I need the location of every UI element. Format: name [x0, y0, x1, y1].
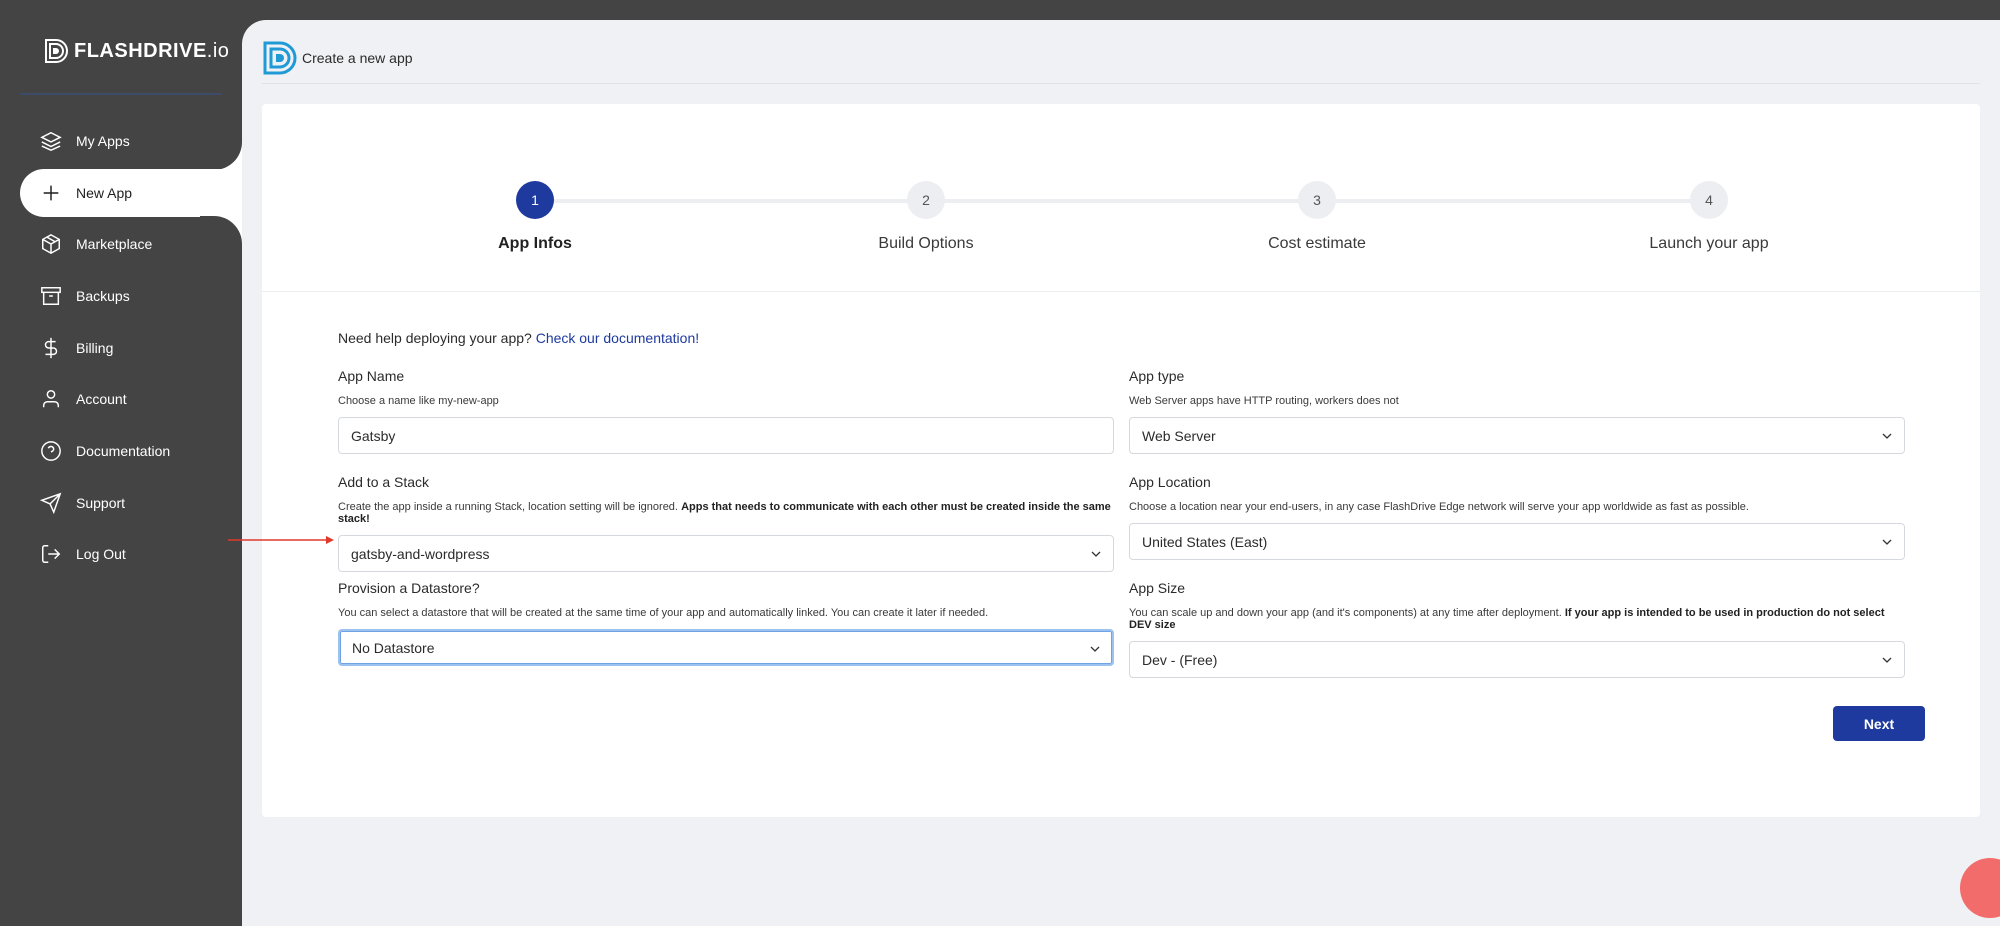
step-launch-your-app[interactable]: 4 Launch your app	[1609, 181, 1809, 253]
field-label: App Name	[338, 368, 405, 384]
step-label: Build Options	[878, 235, 974, 252]
step-number: 3	[1298, 181, 1336, 219]
sidebar-item-label: Log Out	[76, 546, 126, 562]
sidebar-item-label: Account	[76, 391, 127, 407]
main-panel: Create a new app 1 App Infos 2 Build Opt…	[242, 20, 2000, 926]
documentation-link[interactable]: Check our documentation!	[536, 330, 699, 346]
step-app-infos[interactable]: 1 App Infos	[435, 181, 635, 253]
field-label: App Location	[1129, 474, 1211, 490]
create-app-card: 1 App Infos 2 Build Options 3 Cost estim…	[262, 104, 1980, 817]
sidebar-item-support[interactable]: Support	[20, 479, 242, 527]
layers-icon	[40, 130, 62, 152]
field-label: Add to a Stack	[338, 474, 430, 490]
sidebar-item-label: Support	[76, 495, 126, 511]
chevron-down-icon	[1882, 539, 1892, 545]
sidebar-item-new-app[interactable]: New App	[20, 169, 242, 217]
field-label: Provision a Datastore?	[338, 580, 480, 596]
stack-field: Add to a Stack Create the app inside a r…	[338, 474, 1114, 572]
size-field: App Size You can scale up and down your …	[1129, 580, 1905, 678]
field-label: App type	[1129, 368, 1185, 384]
sidebar-divider	[20, 93, 222, 95]
step-number: 4	[1690, 181, 1728, 219]
page-title: Create a new app	[302, 49, 413, 66]
sidebar-item-label: My Apps	[76, 133, 130, 149]
step-label: Launch your app	[1649, 235, 1769, 252]
field-hint: You can scale up and down your app (and …	[1129, 607, 1885, 631]
brand-logo[interactable]: FLASHDRIVE.io	[44, 38, 229, 64]
sidebar-item-log-out[interactable]: Log Out	[20, 530, 242, 578]
datastore-select[interactable]: No Datastore	[338, 629, 1114, 666]
step-number: 2	[907, 181, 945, 219]
chevron-down-icon	[1090, 646, 1100, 652]
step-build-options[interactable]: 2 Build Options	[826, 181, 1026, 253]
app-type-field: App type Web Server apps have HTTP routi…	[1129, 368, 1905, 454]
brand-name: FLASHDRIVE.io	[74, 39, 230, 62]
field-hint: Create the app inside a running Stack, l…	[338, 501, 1111, 525]
send-icon	[40, 492, 62, 514]
sidebar: FLASHDRIVE.io My Apps New App Marketplac…	[0, 0, 242, 926]
sidebar-item-label: Billing	[76, 340, 114, 356]
logout-icon	[40, 543, 62, 565]
archive-icon	[40, 285, 62, 307]
package-icon	[40, 233, 62, 255]
stack-select[interactable]: gatsby-and-wordpress	[338, 535, 1114, 572]
stepper: 1 App Infos 2 Build Options 3 Cost estim…	[262, 104, 1980, 292]
dollar-icon	[40, 337, 62, 359]
app-type-select[interactable]: Web Server	[1129, 417, 1905, 454]
chevron-down-icon	[1882, 657, 1892, 663]
chevron-down-icon	[1882, 433, 1892, 439]
annotation-arrow-icon	[228, 536, 334, 544]
field-hint: You can select a datastore that will be …	[338, 607, 989, 619]
chevron-down-icon	[1091, 551, 1101, 557]
field-hint: Web Server apps have HTTP routing, worke…	[1129, 395, 1399, 407]
sidebar-item-billing[interactable]: Billing	[20, 324, 242, 372]
step-label: Cost estimate	[1268, 235, 1366, 252]
step-label: App Infos	[498, 235, 572, 252]
datastore-field: Provision a Datastore? You can select a …	[338, 580, 1114, 666]
step-cost-estimate[interactable]: 3 Cost estimate	[1217, 181, 1417, 253]
field-hint: Choose a location near your end-users, i…	[1129, 501, 1749, 513]
field-label: App Size	[1129, 580, 1186, 596]
help-text: Need help deploying your app? Check our …	[338, 330, 700, 346]
location-field: App Location Choose a location near your…	[1129, 474, 1905, 560]
page-header: Create a new app	[262, 32, 1980, 84]
sidebar-item-account[interactable]: Account	[20, 375, 242, 423]
sidebar-item-label: Backups	[76, 288, 130, 304]
user-icon	[40, 388, 62, 410]
size-select[interactable]: Dev - (Free)	[1129, 641, 1905, 678]
app-name-input[interactable]: Gatsby	[338, 417, 1114, 454]
sidebar-item-label: Marketplace	[76, 236, 153, 252]
app-name-field: App Name Choose a name like my-new-app G…	[338, 368, 1114, 454]
sidebar-item-backups[interactable]: Backups	[20, 272, 242, 320]
sidebar-item-label: Documentation	[76, 443, 171, 459]
plus-icon	[40, 182, 62, 204]
location-select[interactable]: United States (East)	[1129, 523, 1905, 560]
help-circle-icon	[40, 440, 62, 462]
step-number: 1	[516, 181, 554, 219]
field-hint: Choose a name like my-new-app	[338, 395, 499, 407]
flashdrive-logo-icon	[263, 41, 297, 74]
next-button[interactable]: Next	[1833, 706, 1925, 741]
sidebar-active-curve-top	[200, 130, 242, 170]
sidebar-item-label: New App	[76, 185, 133, 201]
stepper-track	[547, 199, 1691, 203]
flashdrive-logo-icon	[45, 39, 68, 63]
sidebar-item-documentation[interactable]: Documentation	[20, 427, 242, 475]
sidebar-item-marketplace[interactable]: Marketplace	[20, 220, 242, 268]
